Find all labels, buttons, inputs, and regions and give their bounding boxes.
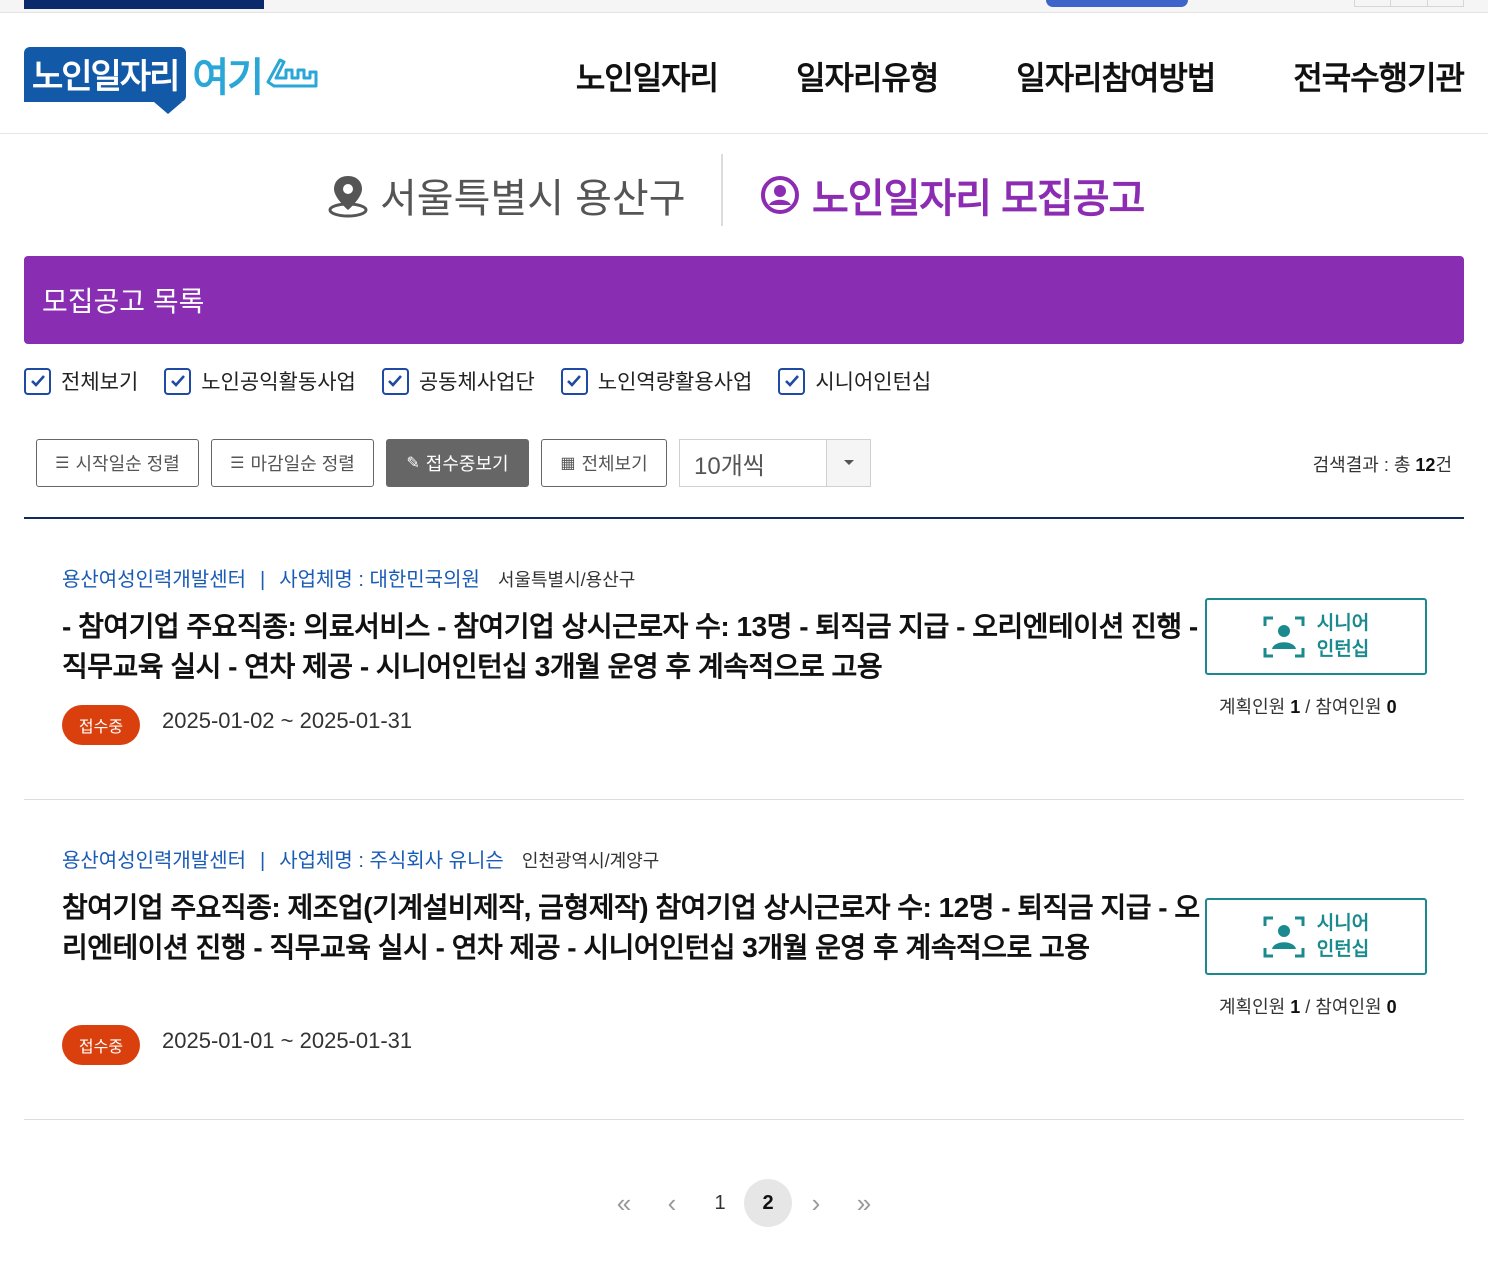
nav-participation[interactable]: 일자리참여방법 bbox=[1016, 53, 1216, 99]
chevron-down-icon[interactable] bbox=[826, 440, 870, 486]
item-period: 2025-01-02 ~ 2025-01-31 bbox=[162, 708, 413, 733]
category-filters: 전체보기 노인공익활동사업 공동체사업단 노인역량활용사업 시니어인턴십 bbox=[24, 366, 957, 396]
site-logo[interactable]: 노인일자리 여기 bbox=[24, 46, 322, 114]
search-result-count: 검색결과 : 총 12건 bbox=[1312, 455, 1452, 475]
sort-by-end-button[interactable]: ☰ 마감일순 정렬 bbox=[211, 439, 374, 487]
meta-separator: | bbox=[260, 850, 266, 872]
next-page-icon[interactable]: › bbox=[792, 1179, 840, 1227]
meta-separator: | bbox=[260, 569, 266, 591]
filter-all[interactable]: 전체보기 bbox=[24, 366, 138, 396]
grid-icon: ▦ bbox=[560, 455, 576, 472]
last-page-icon[interactable]: » bbox=[840, 1179, 888, 1227]
item-company: 사업체명 : 대한민국의원 bbox=[279, 569, 480, 591]
checkbox-checked-icon[interactable] bbox=[778, 367, 806, 395]
section-title: 모집공고 목록 bbox=[42, 286, 205, 317]
job-type-box: 시니어 인턴십 bbox=[1205, 898, 1427, 975]
logo-text: 노인일자리 bbox=[24, 46, 187, 114]
list-icon: ☰ bbox=[230, 455, 245, 472]
list-icon: ☰ bbox=[55, 455, 70, 472]
user-circle-icon bbox=[761, 176, 799, 214]
top-utility-button[interactable] bbox=[1046, 0, 1188, 7]
map-pin-icon bbox=[328, 176, 368, 218]
first-page-icon[interactable]: « bbox=[600, 1179, 648, 1227]
status-badge: 접수중 bbox=[62, 1025, 140, 1065]
top-navy-bar bbox=[24, 0, 264, 9]
filter-label: 노인역량활용사업 bbox=[597, 371, 753, 394]
senior-intern-icon bbox=[1263, 916, 1305, 957]
filter-senior-internship[interactable]: 시니어인턴십 bbox=[778, 366, 931, 396]
list-item[interactable]: 용산여성인력개발센터 | 사업체명 : 대한민국의원 서울특별시/용산구 - 참… bbox=[24, 519, 1464, 800]
filter-label: 노인공익활동사업 bbox=[201, 371, 356, 394]
list-toolbar: ☰ 시작일순 정렬 ☰ 마감일순 정렬 ✎ 접수중보기 ▦ 전체보기 10개씩 … bbox=[36, 439, 1452, 487]
page-size-select[interactable]: 10개씩 bbox=[679, 439, 871, 487]
item-address: 서울특별시/용산구 bbox=[497, 570, 636, 590]
logo-sub-text: 여기 bbox=[192, 56, 264, 100]
item-meta: 용산여성인력개발센터 | 사업체명 : 주식회사 유니슨 인천광역시/계양구 bbox=[62, 844, 659, 873]
pagination: « ‹ 1 2 › » bbox=[600, 1178, 888, 1228]
filter-label: 시니어인턴십 bbox=[815, 371, 932, 394]
item-company: 사업체명 : 주식회사 유니슨 bbox=[279, 850, 504, 872]
top-utility-strip bbox=[0, 0, 1488, 13]
checkbox-checked-icon[interactable] bbox=[164, 367, 192, 395]
view-open-button[interactable]: ✎ 접수중보기 bbox=[386, 439, 529, 487]
checkbox-checked-icon[interactable] bbox=[381, 367, 409, 395]
prev-page-icon[interactable]: ‹ bbox=[648, 1179, 696, 1227]
filter-label: 전체보기 bbox=[61, 371, 139, 394]
region-name: 서울특별시 용산구 bbox=[380, 177, 686, 221]
filter-community-business[interactable]: 공동체사업단 bbox=[381, 366, 535, 396]
site-header: 노인일자리 여기 노인일자리 일자리유형 일자리참여방법 전국수행기관 bbox=[0, 13, 1488, 134]
view-all-button[interactable]: ▦ 전체보기 bbox=[541, 439, 667, 487]
section-title-bar: 모집공고 목록 bbox=[24, 256, 1464, 344]
status-badge: 접수중 bbox=[62, 705, 140, 745]
page-1[interactable]: 1 bbox=[696, 1179, 744, 1227]
page-2-current[interactable]: 2 bbox=[744, 1179, 792, 1227]
checkbox-checked-icon[interactable] bbox=[560, 367, 588, 395]
font-size-controls[interactable] bbox=[1354, 0, 1464, 7]
board-title-text: 노인일자리 모집공고 bbox=[812, 177, 1145, 221]
job-type-box: 시니어 인턴십 bbox=[1205, 598, 1427, 675]
nav-senior-jobs[interactable]: 노인일자리 bbox=[576, 53, 719, 99]
page-size-value: 10개씩 bbox=[694, 452, 765, 480]
sort-by-start-button[interactable]: ☰ 시작일순 정렬 bbox=[36, 439, 199, 487]
item-headcount: 계획인원 1 / 참여인원 0 bbox=[1219, 997, 1397, 1017]
item-org: 용산여성인력개발센터 bbox=[62, 850, 246, 872]
region-title: 서울특별시 용산구 bbox=[326, 166, 686, 224]
item-period: 2025-01-01 ~ 2025-01-31 bbox=[162, 1028, 413, 1053]
checkbox-checked-icon[interactable] bbox=[24, 367, 51, 395]
main-navigation: 노인일자리 일자리유형 일자리참여방법 전국수행기관 bbox=[498, 53, 1465, 99]
board-title: 노인일자리 모집공고 bbox=[760, 166, 1145, 224]
page-heading: 서울특별시 용산구 노인일자리 모집공고 bbox=[0, 134, 1488, 256]
list-item[interactable]: 용산여성인력개발센터 | 사업체명 : 주식회사 유니슨 인천광역시/계양구 참… bbox=[24, 800, 1464, 1120]
pencil-icon: ✎ bbox=[406, 455, 420, 472]
job-type-label: 시니어 인턴십 bbox=[1316, 612, 1370, 660]
item-headcount: 계획인원 1 / 참여인원 0 bbox=[1219, 697, 1397, 717]
senior-intern-icon bbox=[1263, 616, 1305, 657]
nav-agencies[interactable]: 전국수행기관 bbox=[1293, 53, 1465, 99]
logo-pointing-hand-icon bbox=[266, 58, 318, 88]
nav-job-types[interactable]: 일자리유형 bbox=[796, 53, 939, 99]
filter-label: 공동체사업단 bbox=[418, 371, 535, 394]
heading-divider bbox=[721, 154, 723, 226]
item-meta: 용산여성인력개발센터 | 사업체명 : 대한민국의원 서울특별시/용산구 bbox=[62, 563, 635, 592]
filter-capability[interactable]: 노인역량활용사업 bbox=[560, 366, 753, 396]
item-address: 인천광역시/계양구 bbox=[521, 851, 660, 871]
item-title[interactable]: - 참여기업 주요직종: 의료서비스 - 참여기업 상시근로자 수: 13명 -… bbox=[62, 607, 1202, 687]
filter-public-service[interactable]: 노인공익활동사업 bbox=[164, 366, 356, 396]
job-type-label: 시니어 인턴십 bbox=[1316, 912, 1370, 960]
item-title[interactable]: 참여기업 주요직종: 제조업(기계설비제작, 금형제작) 참여기업 상시근로자 … bbox=[62, 888, 1202, 968]
item-org: 용산여성인력개발센터 bbox=[62, 569, 246, 591]
